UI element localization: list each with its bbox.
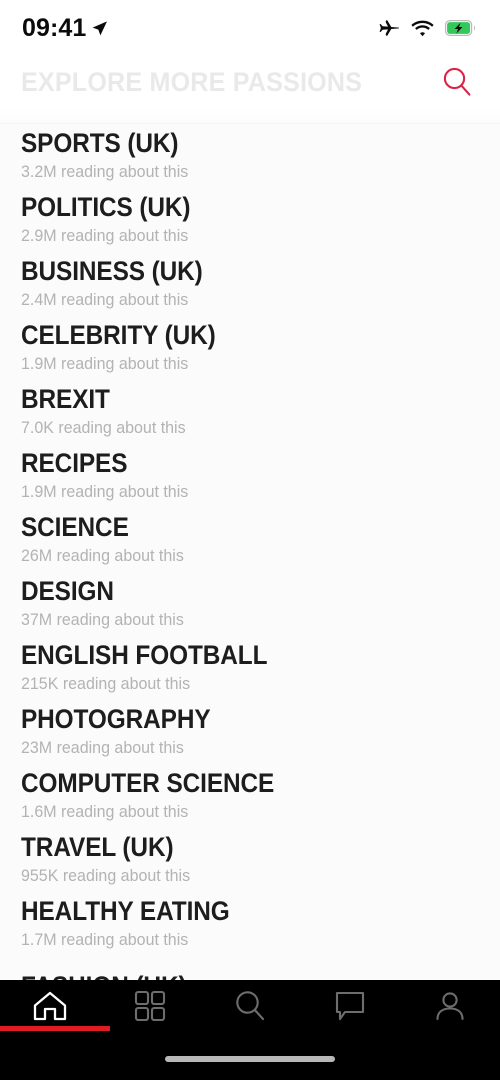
- nav-item-chat[interactable]: [300, 980, 400, 1032]
- list-item-partial[interactable]: 26M reading about this: [0, 108, 500, 124]
- list-item[interactable]: SPORTS (UK) 3.2M reading about this: [0, 124, 500, 188]
- phone-screen: 09:41 EXPLORE MORE PASSIONS SPORTS (UK) …: [0, 0, 500, 1080]
- list-item-subtitle: 23M reading about this: [21, 738, 184, 757]
- list-item-subtitle: 2.4M reading about this: [21, 290, 189, 309]
- list-item-subtitle: 3.2M reading about this: [21, 162, 189, 181]
- list-item[interactable]: SCIENCE 26M reading about this: [0, 508, 500, 572]
- passions-list: 26M reading about this SPORTS (UK) 3.2M r…: [0, 108, 500, 980]
- list-item-subtitle: 955K reading about this: [21, 866, 191, 885]
- list-item[interactable]: FASHION (UK): [0, 956, 500, 980]
- grid-icon: [134, 990, 166, 1022]
- list-item[interactable]: COMPUTER SCIENCE 1.6M reading about this: [0, 764, 500, 828]
- list-item[interactable]: RECIPES 1.9M reading about this: [0, 444, 500, 508]
- list-item-title: ENGLISH FOOTBALL: [21, 640, 268, 671]
- list-item[interactable]: TRAVEL (UK) 955K reading about this: [0, 828, 500, 892]
- nav-item-profile[interactable]: [400, 980, 500, 1032]
- list-item-subtitle: 1.9M reading about this: [21, 482, 189, 501]
- list-item[interactable]: POLITICS (UK) 2.9M reading about this: [0, 188, 500, 252]
- airplane-mode-icon: [379, 20, 399, 36]
- list-item-title: PHOTOGRAPHY: [21, 704, 211, 735]
- list-item-subtitle: 215K reading about this: [21, 674, 191, 693]
- list-item-title: SCIENCE: [21, 512, 129, 543]
- status-bar: 09:41: [0, 0, 500, 56]
- list-item-title: RECIPES: [21, 448, 128, 479]
- list-item-title: HEALTHY EATING: [21, 896, 230, 927]
- search-icon[interactable]: [440, 65, 474, 99]
- bottom-nav-items: [0, 980, 500, 1032]
- list-item-title: DESIGN: [21, 576, 114, 607]
- list-item[interactable]: BUSINESS (UK) 2.4M reading about this: [0, 252, 500, 316]
- list-item-subtitle: 7.0K reading about this: [21, 418, 186, 437]
- status-time: 09:41: [22, 13, 87, 42]
- passions-list-scroll[interactable]: 26M reading about this SPORTS (UK) 3.2M r…: [0, 108, 500, 980]
- list-item-subtitle: 2.9M reading about this: [21, 226, 189, 245]
- location-arrow-icon: [93, 20, 108, 35]
- list-item-title: BREXIT: [21, 384, 110, 415]
- list-item-title: FASHION (UK): [21, 972, 442, 980]
- nav-item-home[interactable]: [0, 980, 100, 1032]
- active-tab-indicator: [0, 1026, 110, 1031]
- status-icons: [378, 19, 476, 37]
- list-item-subtitle: 1.6M reading about this: [21, 802, 189, 821]
- nav-item-search[interactable]: [200, 980, 300, 1032]
- nav-item-grid[interactable]: [100, 980, 200, 1032]
- status-time-group: 09:41: [22, 14, 108, 43]
- list-item-title: BUSINESS (UK): [21, 256, 203, 287]
- person-icon: [436, 992, 464, 1021]
- list-item[interactable]: HEALTHY EATING 1.7M reading about this: [0, 892, 500, 956]
- page-title: EXPLORE MORE PASSIONS: [21, 66, 363, 97]
- list-item-subtitle: 37M reading about this: [21, 610, 184, 629]
- list-item-title: TRAVEL (UK): [21, 832, 174, 863]
- page-header: EXPLORE MORE PASSIONS: [0, 56, 500, 108]
- battery-charging-icon: [445, 20, 475, 36]
- list-item[interactable]: DESIGN 37M reading about this: [0, 572, 500, 636]
- list-item-subtitle: 26M reading about this: [21, 546, 184, 565]
- list-item[interactable]: CELEBRITY (UK) 1.9M reading about this: [0, 316, 500, 380]
- list-item[interactable]: BREXIT 7.0K reading about this: [0, 380, 500, 444]
- list-item-title: COMPUTER SCIENCE: [21, 768, 275, 799]
- list-item[interactable]: ENGLISH FOOTBALL 215K reading about this: [0, 636, 500, 700]
- bottom-navigation-bar: [0, 980, 500, 1080]
- home-indicator[interactable]: [165, 1056, 335, 1062]
- list-item-title: CELEBRITY (UK): [21, 320, 216, 351]
- list-item-subtitle: 1.7M reading about this: [21, 930, 189, 949]
- list-item[interactable]: PHOTOGRAPHY 23M reading about this: [0, 700, 500, 764]
- chat-bubble-icon: [335, 991, 365, 1021]
- list-item-title: POLITICS (UK): [21, 192, 191, 223]
- list-item-title: SPORTS (UK): [21, 128, 179, 159]
- search-icon: [236, 991, 265, 1021]
- home-icon: [33, 991, 67, 1021]
- list-item-subtitle: 1.9M reading about this: [21, 354, 189, 373]
- wifi-icon: [411, 20, 434, 36]
